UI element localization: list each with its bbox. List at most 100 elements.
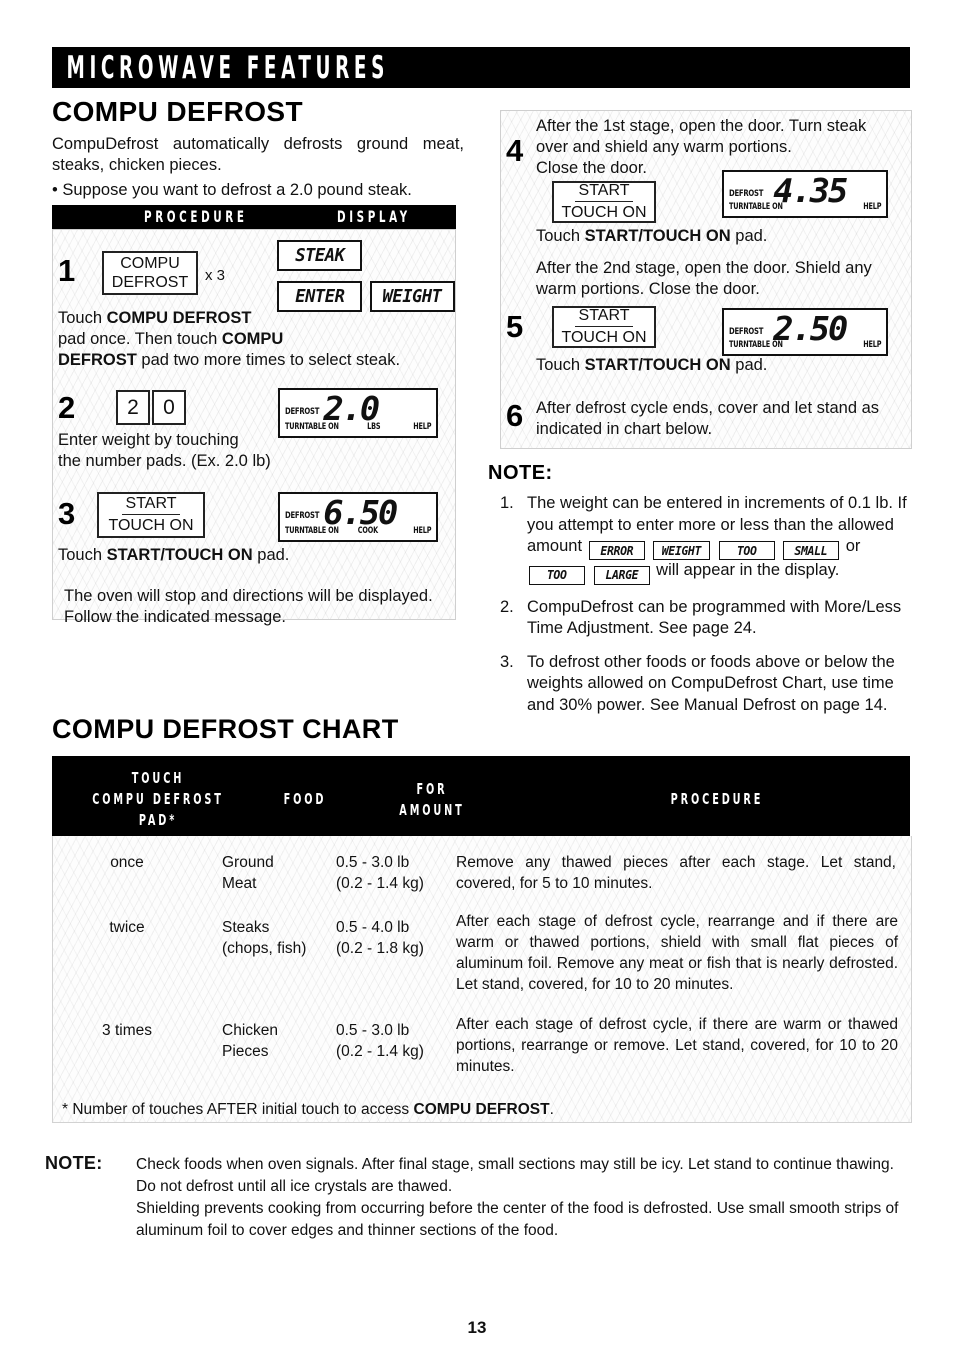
table-row-1-food-line2: Meat <box>222 875 257 892</box>
page-number: 13 <box>467 1318 487 1337</box>
section-banner: MICROWAVE FEATURES <box>52 47 910 88</box>
col-header-procedure: PROCEDURE <box>670 790 764 808</box>
step-6-number: 6 <box>506 398 524 433</box>
display-value: 2.0 <box>323 389 380 428</box>
display-unit-indicator: LBS <box>367 422 381 432</box>
display-help-indicator: HELP <box>412 526 431 536</box>
compu-defrost-pad-line1: COMPU <box>120 255 180 272</box>
number-pad-2-label: 2 <box>127 396 139 419</box>
step-3-note: The oven will stop and directions will b… <box>64 587 433 626</box>
oven-display-step-5: DEFROST 2.50 TURNTABLE ON HELP <box>722 308 888 356</box>
table-row-3-amount-kg: (0.2 - 1.4 kg) <box>336 1043 424 1060</box>
display-mode-label: DEFROST <box>285 511 320 521</box>
table-row-3-food-line2: Pieces <box>222 1043 269 1060</box>
banner-title: MICROWAVE FEATURES <box>66 49 389 86</box>
table-row-2-amount-lb: 0.5 - 4.0 lb <box>336 919 410 936</box>
number-pad-0[interactable]: 0 <box>152 390 186 425</box>
note-heading-bottom: NOTE: <box>45 1153 103 1173</box>
number-pad-0-label: 0 <box>163 396 175 419</box>
step-3-text: Touch START/TOUCH ON pad. <box>58 546 290 564</box>
oven-display-step-3: DEFROST 6.50 TURNTABLE ON COOK HELP <box>278 492 438 542</box>
table-row-1-procedure: Remove any thawed pieces after each stag… <box>456 854 896 892</box>
chart-table-header: TOUCH COMPU DEFROST PAD* FOOD FOR AMOUNT… <box>52 756 910 836</box>
compu-defrost-pad-line2: DEFROST <box>111 274 189 291</box>
display-mode-label: DEFROST <box>729 327 764 337</box>
chart-footnote: * Number of touches AFTER initial touch … <box>62 1101 554 1118</box>
table-row-3-food-line1: Chicken <box>222 1022 278 1039</box>
display-help-indicator: HELP <box>862 202 881 212</box>
table-row-1-food-line1: Ground <box>222 854 274 871</box>
col-header-for-amount: FOR AMOUNT <box>399 780 465 819</box>
note-item: 2. CompuDefrost can be programmed with M… <box>500 597 914 640</box>
step-6-text: After defrost cycle ends, cover and let … <box>536 399 880 438</box>
table-row-2-food-line2: (chops, fish) <box>222 940 307 957</box>
start-pad-line1: START <box>574 307 634 327</box>
step-5-number: 5 <box>506 309 524 344</box>
procedure-table-header: PROCEDURE DISPLAY <box>52 205 456 229</box>
step-1-number: 1 <box>58 253 76 288</box>
note-text: CompuDefrost can be programmed with More… <box>527 597 902 638</box>
note-item: 3. To defrost other foods or foods above… <box>500 652 914 717</box>
step-5-text: After the 2nd stage, open the door. Shie… <box>536 259 872 298</box>
intro-paragraph: CompuDefrost automatically defrosts grou… <box>52 135 464 174</box>
display-value: 6.50 <box>323 493 398 532</box>
example-bullet: • Suppose you want to defrost a 2.0 poun… <box>52 181 412 199</box>
col-header-food: FOOD <box>283 790 327 808</box>
start-touch-on-pad-step-4[interactable]: START TOUCH ON <box>552 181 656 223</box>
start-pad-line2: TOUCH ON <box>561 204 647 221</box>
table-row-2-procedure: After each stage of defrost cycle, rearr… <box>456 913 898 993</box>
start-pad-line2: TOUCH ON <box>561 329 647 346</box>
note-item: 1. The weight can be entered in incremen… <box>500 493 914 585</box>
step-3-number: 3 <box>58 496 76 531</box>
note-body-bottom: Check foods when oven signals. After fin… <box>136 1154 916 1242</box>
display-turntable-indicator: TURNTABLE ON <box>729 202 783 212</box>
note-marker: 1. <box>500 494 514 512</box>
note-marker: 2. <box>500 597 514 616</box>
oven-display-step-4: DEFROST 4.35 TURNTABLE ON HELP <box>722 170 888 218</box>
display-steak-box: STEAK <box>277 240 362 271</box>
step-2-text: Enter weight by touching the number pads.… <box>58 431 271 470</box>
note-text: To defrost other foods or foods above or… <box>527 652 895 714</box>
note-bottom-paragraph-2: Shielding prevents cooking from occurrin… <box>136 1200 899 1239</box>
table-row-3-amount-lb: 0.5 - 3.0 lb <box>336 1022 410 1039</box>
display-turntable-indicator: TURNTABLE ON <box>729 340 783 350</box>
start-pad-line2: TOUCH ON <box>108 517 194 534</box>
note-text: The weight can be entered in increments … <box>527 494 907 585</box>
start-pad-line1: START <box>574 182 634 202</box>
display-enter-text: ENTER <box>294 286 345 307</box>
step-2-number: 2 <box>58 390 76 425</box>
table-row-3-touch: 3 times <box>102 1022 152 1039</box>
display-weight-text: WEIGHT <box>383 286 442 307</box>
compu-defrost-pad[interactable]: COMPU DEFROST <box>102 251 198 295</box>
step-5-after-text: Touch START/TOUCH ON pad. <box>536 356 768 374</box>
table-row-1-amount-lb: 0.5 - 3.0 lb <box>336 854 410 871</box>
number-pad-2[interactable]: 2 <box>116 390 150 425</box>
step-1-multiplier: x 3 <box>205 267 226 284</box>
display-cook-indicator: COOK <box>357 526 378 536</box>
note-bottom-paragraph-1: Check foods when oven signals. After fin… <box>136 1156 894 1195</box>
table-row-1-touch: once <box>110 854 144 871</box>
step-4-number: 4 <box>506 133 524 168</box>
step-4-after-text: Touch START/TOUCH ON pad. <box>536 227 768 245</box>
display-steak-text: STEAK <box>294 245 345 266</box>
start-touch-on-pad-step-5[interactable]: START TOUCH ON <box>552 306 656 348</box>
table-row-2-touch: twice <box>109 919 145 936</box>
note-marker: 3. <box>500 652 514 671</box>
table-row-3-procedure: After each stage of defrost cycle, if th… <box>456 1016 898 1075</box>
display-mode-label: DEFROST <box>729 189 764 199</box>
display-turntable-indicator: TURNTABLE ON <box>285 526 339 536</box>
display-help-indicator: HELP <box>412 422 431 432</box>
start-touch-on-pad-step-3[interactable]: START TOUCH ON <box>97 492 205 538</box>
col-header-display: DISPLAY <box>337 207 411 226</box>
note-list-right: 1. The weight can be entered in incremen… <box>500 493 914 728</box>
chart-title: COMPU DEFROST CHART <box>52 714 399 744</box>
table-row-1-amount-kg: (0.2 - 1.4 kg) <box>336 875 424 892</box>
display-help-indicator: HELP <box>862 340 881 350</box>
step-1-text: Touch COMPU DEFROST pad once. Then touch … <box>58 309 401 369</box>
display-mode-label: DEFROST <box>285 407 320 417</box>
note-heading-right: NOTE: <box>488 462 553 484</box>
col-header-touch-pad: TOUCH COMPU DEFROST PAD* <box>92 769 224 829</box>
start-pad-line1: START <box>121 495 181 515</box>
manual-page: MICROWAVE FEATURES COMPU DEFROST CompuDe… <box>0 0 954 1363</box>
table-row-2-amount-kg: (0.2 - 1.8 kg) <box>336 940 424 957</box>
